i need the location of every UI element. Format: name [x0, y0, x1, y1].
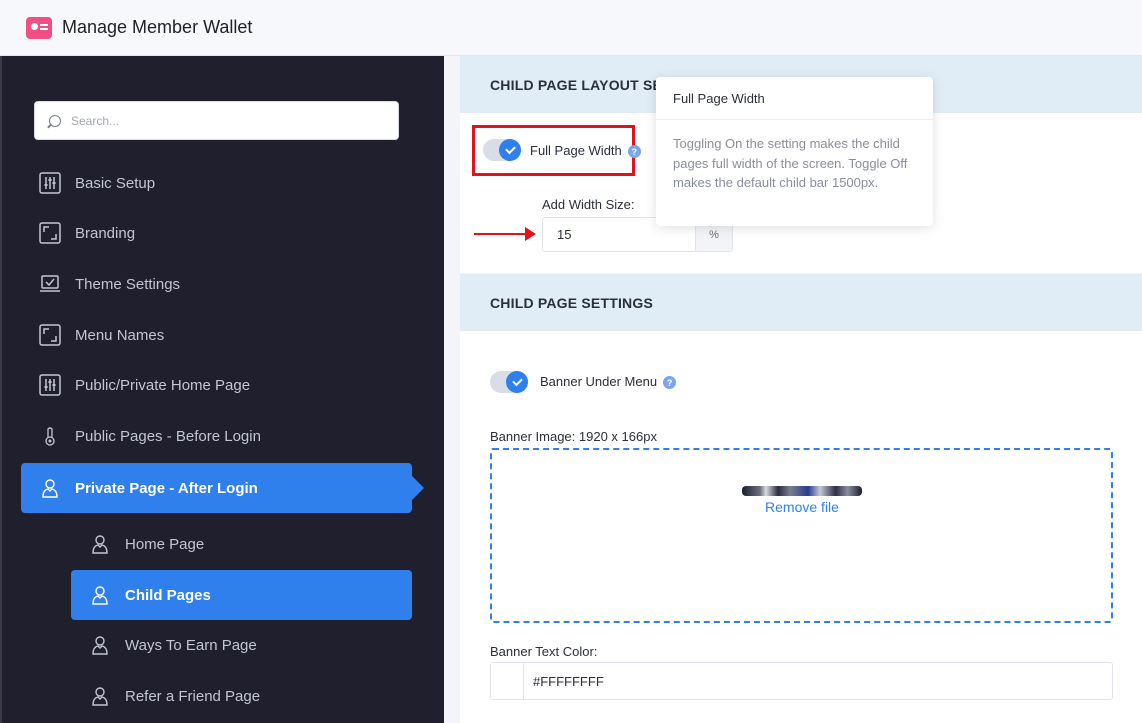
left-edge-strip — [0, 56, 2, 723]
sidebar-item-theme-settings[interactable]: Theme Settings — [21, 259, 412, 309]
sidebar-item-label: Public Pages - Before Login — [75, 427, 261, 445]
tooltip-body: Toggling On the setting makes the child … — [673, 136, 908, 190]
search-icon — [49, 114, 61, 127]
banner-text-color-field[interactable]: #FFFFFFFF — [490, 662, 1113, 700]
width-size-label: Add Width Size: — [542, 197, 635, 212]
tooltip-title: Full Page Width — [656, 77, 933, 120]
sidebar-item-label: Public/Private Home Page — [75, 376, 251, 394]
banner-text-color-input[interactable]: #FFFFFFFF — [524, 663, 604, 699]
banner-image-dropzone[interactable]: Remove file — [490, 448, 1113, 623]
sliders-icon — [39, 374, 61, 396]
sidebar-item-label: Home Page — [125, 535, 205, 553]
sidebar-item-label: Refer a Friend Page — [125, 687, 261, 705]
section-header-settings: CHILD PAGE SETTINGS — [460, 274, 1142, 331]
sidebar-subitem-refer-a-friend[interactable]: Refer a Friend Page — [71, 671, 412, 721]
banner-preview-image — [742, 486, 862, 496]
sidebar-item-menu-names[interactable]: Menu Names — [21, 310, 412, 360]
sidebar-subitem-child-pages[interactable]: Child Pages — [71, 570, 412, 620]
sidebar-item-label: Branding — [75, 224, 136, 242]
sidebar-item-label: Theme Settings — [75, 275, 181, 293]
page-title: Manage Member Wallet — [62, 17, 253, 37]
section-body-settings: Banner Under Menu? Banner Image: 1920 x … — [460, 331, 1142, 723]
remove-file-link[interactable]: Remove file — [742, 499, 862, 515]
user-icon — [89, 685, 111, 707]
full-page-width-label: Full Page Width? — [530, 143, 641, 159]
scrollbar[interactable] — [1136, 274, 1142, 331]
sidebar-subitem-ways-to-earn[interactable]: Ways To Earn Page — [71, 620, 412, 670]
sidebar-item-public-private-home[interactable]: Public/Private Home Page — [21, 360, 412, 410]
banner-under-menu-toggle[interactable] — [490, 371, 528, 393]
user-icon — [39, 477, 61, 499]
user-icon — [89, 634, 111, 656]
help-icon[interactable]: ? — [663, 376, 677, 390]
section-title: CHILD PAGE SETTINGS — [490, 294, 653, 311]
sidebar-item-public-pages[interactable]: Public Pages - Before Login — [21, 411, 412, 461]
laptop-check-icon — [39, 273, 61, 295]
member-card-icon — [26, 16, 52, 39]
sidebar-item-label: Ways To Earn Page — [125, 636, 257, 654]
sidebar-item-label: Basic Setup — [75, 174, 156, 192]
search-input[interactable] — [71, 113, 371, 128]
banner-under-menu-label: Banner Under Menu? — [540, 374, 677, 390]
frame-icon — [39, 222, 61, 244]
user-icon — [89, 584, 111, 606]
check-icon — [506, 371, 528, 393]
touch-icon — [39, 425, 61, 447]
sliders-icon — [39, 172, 61, 194]
sidebar-subitem-home-page[interactable]: Home Page — [71, 519, 412, 569]
section-title: CHILD PAGE LAYOUT SET — [490, 76, 671, 93]
banner-text-color-label: Banner Text Color: — [490, 644, 598, 659]
banner-image-label: Banner Image: 1920 x 166px — [490, 429, 657, 444]
sidebar: Basic Setup Branding Theme Settings Menu… — [0, 56, 444, 723]
sidebar-item-label: Private Page - After Login — [75, 479, 258, 497]
sidebar-item-private-page[interactable]: Private Page - After Login — [21, 463, 424, 513]
sidebar-item-label: Menu Names — [75, 326, 165, 344]
annotation-arrow — [474, 227, 536, 241]
search-box[interactable] — [34, 101, 399, 140]
sidebar-item-branding[interactable]: Branding — [21, 208, 412, 258]
top-bar: Manage Member Wallet — [0, 0, 1142, 56]
color-swatch[interactable] — [491, 663, 524, 699]
frame-icon — [39, 324, 61, 346]
sidebar-item-basic-setup[interactable]: Basic Setup — [21, 158, 412, 208]
sidebar-item-label: Child Pages — [125, 586, 211, 604]
check-icon — [499, 139, 521, 161]
help-icon[interactable]: ? — [627, 145, 641, 159]
banner-thumbnail: Remove file — [742, 486, 862, 586]
full-page-width-tooltip: Full Page Width Toggling On the setting … — [656, 77, 933, 226]
full-page-width-toggle[interactable] — [483, 139, 521, 161]
user-icon — [89, 533, 111, 555]
